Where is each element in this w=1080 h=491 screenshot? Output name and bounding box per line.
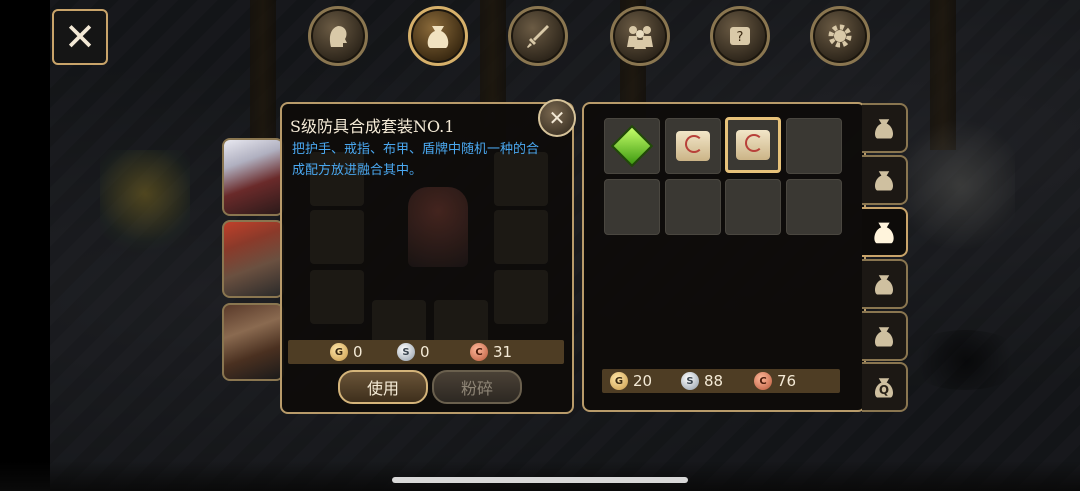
- background-pillar: [250, 0, 276, 150]
- background-rock-golem: [905, 110, 1015, 260]
- player-silver: 88: [704, 372, 724, 390]
- close-menu-button[interactable]: ✕: [52, 9, 108, 65]
- recipe-scroll-icon: [736, 130, 770, 160]
- copper-coin-icon: C: [754, 372, 772, 390]
- close-icon: ✕: [548, 106, 566, 130]
- menu-quest-button[interactable]: ?: [710, 6, 770, 66]
- player-money-bar: G 20 S 88 C 76: [602, 369, 840, 393]
- menu-character-button[interactable]: [308, 6, 368, 66]
- item-description: 把护手、戒指、布甲、盾牌中随机一种的合成配方放进融合其中。: [292, 142, 540, 178]
- bag-tab-quest[interactable]: Q: [862, 362, 908, 412]
- inventory-slot-empty[interactable]: [786, 118, 842, 174]
- screen-bottom-shade: [0, 461, 1080, 491]
- menu-skill-button[interactable]: [508, 6, 568, 66]
- bag-icon: [427, 26, 449, 48]
- scroll-icon: ?: [730, 27, 750, 45]
- bag-tab-3[interactable]: [862, 207, 908, 257]
- sword-icon: [527, 25, 549, 48]
- portrait-hero-silver-hair[interactable]: [222, 138, 284, 216]
- background-pit: [905, 330, 1025, 390]
- use-button[interactable]: 使用: [338, 370, 428, 404]
- inventory-slot-selected[interactable]: [725, 117, 781, 173]
- item-price-copper: 31: [493, 343, 513, 361]
- equipment-slot-dim: [310, 210, 364, 264]
- quest-bag-icon: Q: [870, 373, 898, 401]
- close-icon: ✕: [64, 15, 96, 59]
- bag-icon: [875, 275, 893, 295]
- portrait-hero-brown-hair[interactable]: [222, 303, 284, 381]
- inventory-slot[interactable]: [665, 118, 721, 174]
- svg-text:?: ?: [737, 30, 744, 45]
- inventory-slot-empty[interactable]: [665, 179, 721, 235]
- copper-coin-icon: C: [470, 343, 488, 361]
- item-detail-panel: S级防具合成套装NO.1 把护手、戒指、布甲、盾牌中随机一种的合成配方放进融合其…: [280, 102, 574, 414]
- inventory-slot-empty[interactable]: [604, 179, 660, 235]
- screen-edge: [0, 0, 50, 491]
- equipment-slot-dim: [494, 270, 548, 324]
- bag-icon: [875, 119, 893, 139]
- portrait-hero-red-hair[interactable]: [222, 220, 284, 298]
- character-model-dim: [408, 187, 468, 267]
- party-icon: [627, 26, 653, 49]
- green-gem-icon: [610, 124, 654, 168]
- bag-tab-5[interactable]: [862, 311, 908, 361]
- inventory-slot[interactable]: [604, 118, 660, 174]
- gold-coin-icon: G: [610, 372, 628, 390]
- bag-icon: [875, 327, 893, 347]
- equipment-slot-dim: [494, 210, 548, 264]
- close-item-detail-button[interactable]: ✕: [538, 99, 576, 137]
- head-icon: [329, 26, 347, 47]
- inventory-slot-empty[interactable]: [725, 179, 781, 235]
- menu-party-button[interactable]: [610, 6, 670, 66]
- item-price-silver: 0: [420, 343, 430, 361]
- bag-tab-4[interactable]: [862, 259, 908, 309]
- bag-tab-1[interactable]: [862, 103, 908, 153]
- home-indicator[interactable]: [392, 477, 688, 483]
- item-title: S级防具合成套装NO.1: [290, 117, 455, 136]
- bag-icon: [875, 171, 893, 191]
- inventory-slot-empty[interactable]: [786, 179, 842, 235]
- item-price-gold: 0: [353, 343, 363, 361]
- background-party-sprite: [100, 150, 190, 260]
- equipment-slot-dim: [310, 270, 364, 324]
- bag-icon: [874, 222, 894, 244]
- gear-icon: [828, 24, 852, 48]
- quest-bag-label: Q: [878, 383, 890, 397]
- recipe-scroll-icon: [676, 131, 710, 161]
- menu-settings-button[interactable]: [810, 6, 870, 66]
- bag-tab-2[interactable]: [862, 155, 908, 205]
- menu-bag-button[interactable]: [408, 6, 468, 66]
- player-gold: 20: [633, 372, 653, 390]
- smash-button[interactable]: 粉碎: [432, 370, 522, 404]
- player-copper: 76: [777, 372, 797, 390]
- gold-coin-icon: G: [330, 343, 348, 361]
- item-price-bar: G 0 S 0 C 31: [288, 340, 564, 364]
- inventory-panel: G 20 S 88 C 76: [582, 102, 866, 412]
- silver-coin-icon: S: [681, 372, 699, 390]
- silver-coin-icon: S: [397, 343, 415, 361]
